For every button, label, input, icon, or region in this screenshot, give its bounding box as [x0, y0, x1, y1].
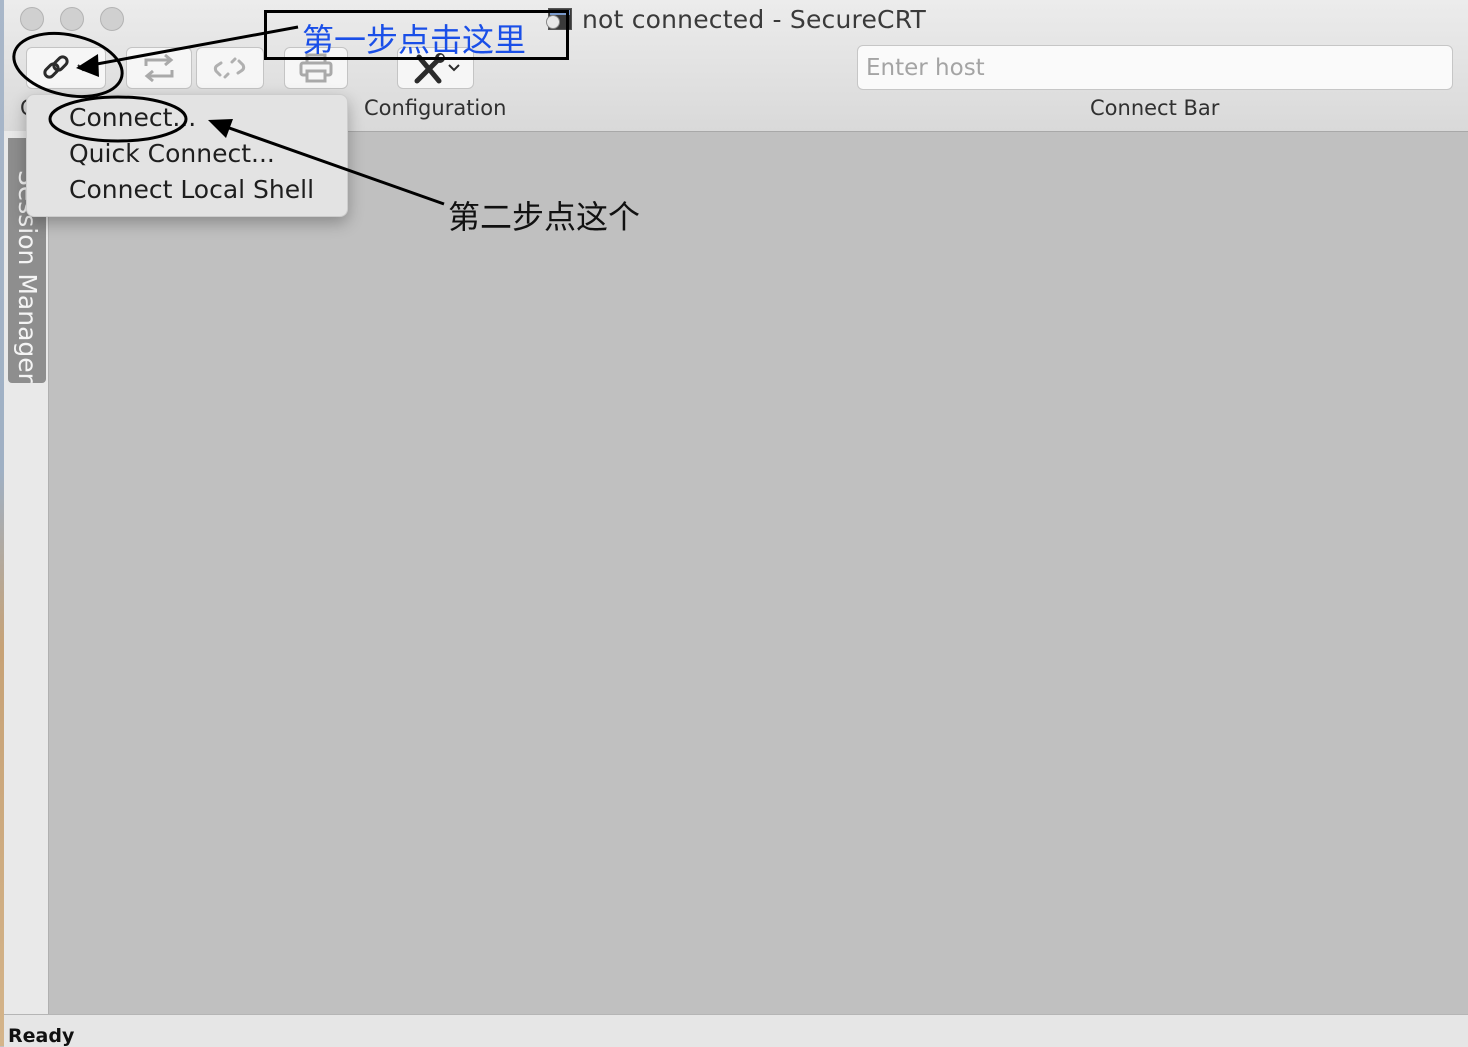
annotation-step1-text: 第一步点击这里 — [302, 21, 527, 59]
connect-button[interactable] — [26, 47, 106, 89]
status-bar: Ready — [4, 1014, 1468, 1047]
annotation-step2-text: 第二步点这个 — [448, 198, 641, 236]
chevron-down-icon — [76, 63, 90, 73]
minimize-window-button[interactable] — [60, 7, 84, 31]
status-text: Ready — [8, 1025, 75, 1047]
connect-bar-label: Connect Bar — [1090, 96, 1220, 120]
connect-dropdown-menu: Connect... Quick Connect... Connect Loca… — [26, 94, 348, 217]
broken-link-icon — [212, 53, 248, 83]
chain-link-icon — [42, 53, 76, 83]
reconnect-button[interactable] — [126, 47, 192, 89]
configuration-button-label: Configuration — [364, 96, 507, 120]
menu-item-quick-connect[interactable]: Quick Connect... — [69, 139, 275, 168]
menu-item-connect[interactable]: Connect... — [69, 103, 196, 132]
window-title-bar: not connected - SecureCRT — [546, 4, 926, 34]
window-title: not connected - SecureCRT — [582, 4, 926, 34]
enter-host-input[interactable] — [857, 45, 1453, 90]
disconnect-button[interactable] — [196, 47, 264, 89]
zoom-window-button[interactable] — [100, 7, 124, 31]
terminal-area[interactable] — [49, 132, 1468, 1014]
reconnect-arrows-icon — [140, 52, 178, 84]
chevron-down-icon — [447, 63, 461, 73]
menu-item-connect-local-shell[interactable]: Connect Local Shell — [69, 175, 314, 204]
close-window-button[interactable] — [20, 7, 44, 31]
securecrt-window: not connected - SecureCRT Configuration … — [4, 0, 1468, 1047]
